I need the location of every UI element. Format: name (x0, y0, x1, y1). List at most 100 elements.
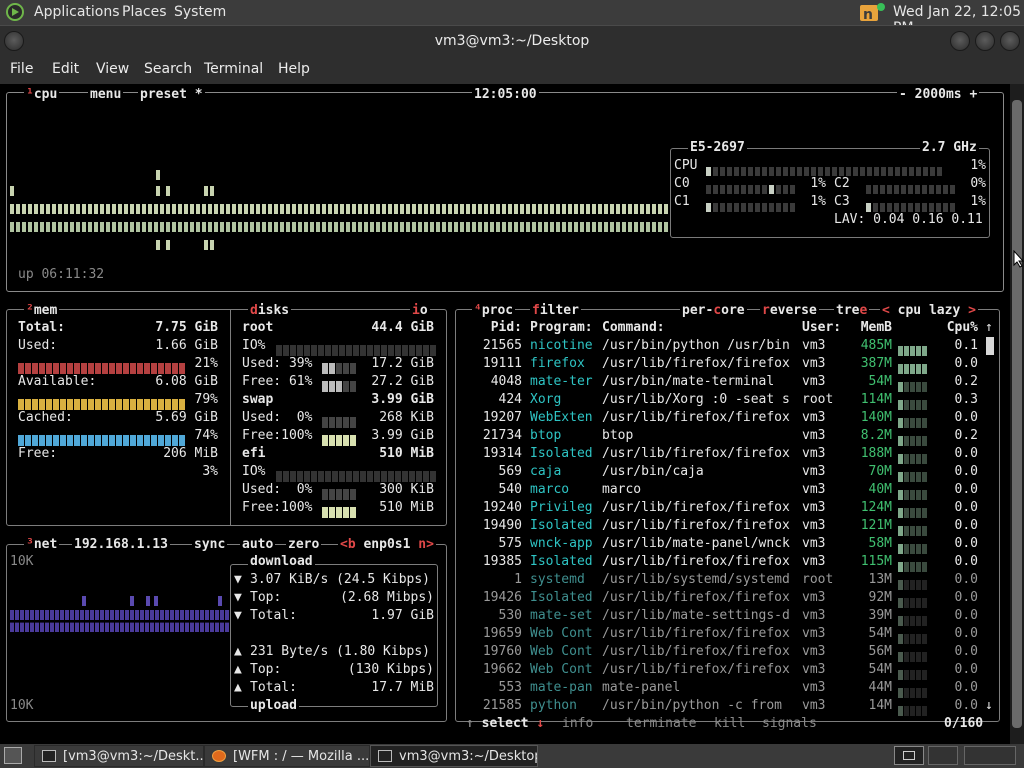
close-button[interactable] (1000, 31, 1020, 51)
net-graph-bar (155, 622, 159, 632)
footer-info[interactable]: info (562, 715, 593, 733)
menu-help[interactable]: Help (278, 61, 310, 77)
cpu-graph-bar (574, 222, 578, 232)
menu-search[interactable]: Search (144, 61, 192, 77)
col-command[interactable]: Command: (602, 319, 665, 337)
menu-view[interactable]: View (96, 61, 129, 77)
footer-terminate[interactable]: terminate (626, 715, 696, 733)
col-memb[interactable]: MemB (850, 319, 892, 337)
terminal-scrollbar-thumb[interactable] (1012, 100, 1022, 728)
row-command: /usr/lib/mate-panel/wnck (602, 536, 790, 551)
row-cpu: 0.0 (954, 554, 978, 569)
net-sync-toggle[interactable]: sync (192, 536, 228, 554)
mate-logo-icon[interactable] (6, 3, 24, 21)
system-menu[interactable]: System (174, 4, 226, 20)
proc-tab[interactable]: ⁴proc (472, 302, 516, 320)
row-pid: 19207 (482, 410, 522, 425)
net-auto-toggle[interactable]: auto (240, 536, 276, 554)
show-desktop-icon[interactable] (4, 747, 22, 764)
cpu-menu-button[interactable]: menu (88, 86, 124, 104)
proc-tree-toggle[interactable]: tree (834, 302, 870, 320)
workspace-switcher-2[interactable] (928, 746, 958, 765)
proc-per-core-toggle[interactable]: per-core (680, 302, 747, 320)
net-graph-bar (90, 610, 94, 620)
footer-signals[interactable]: signals (762, 715, 817, 733)
proc-reverse-toggle[interactable]: reverse (760, 302, 819, 320)
row-mem-meter (898, 629, 928, 644)
col-user[interactable]: User: (802, 319, 841, 337)
cpu-graph-bar (370, 204, 374, 214)
cpu-graph-bar (640, 204, 644, 214)
taskbar-item-terminal-1[interactable]: [vm3@vm3:~/Deskt... (34, 745, 204, 767)
row-user: vm3 (802, 662, 826, 677)
cpu-graph-bar (388, 222, 392, 232)
disks-io-toggle[interactable]: io (410, 302, 430, 320)
proc-filter-button[interactable]: filter (530, 302, 581, 320)
row-pid: 19659 (482, 626, 522, 641)
net-interface-selector[interactable]: <b enp0s1 n> (338, 536, 436, 554)
col-pid[interactable]: Pid: (470, 319, 522, 337)
nicotine-tray-icon[interactable]: n (858, 2, 886, 23)
row-mem: 70M (868, 464, 892, 479)
net-graph-spike (154, 596, 158, 606)
mem-tab[interactable]: ²mem (24, 302, 60, 320)
applications-menu[interactable]: Applications (34, 4, 120, 20)
row-user: vm3 (802, 644, 826, 659)
window-titlebar[interactable]: vm3@vm3:~/Desktop (0, 25, 1024, 56)
mem-available-label: Available: (18, 374, 97, 389)
trash-applet[interactable] (964, 746, 1016, 765)
row-mem: 485M (860, 338, 892, 353)
cpu-graph-dots (10, 170, 668, 250)
upload-total-label: Total: (250, 680, 297, 695)
cpu-graph-bar (82, 204, 86, 214)
row-pid: 19662 (482, 662, 522, 677)
workspace-switcher-1[interactable] (894, 746, 924, 765)
disk-efi-name: efi (242, 446, 266, 461)
net-graph-bar (55, 622, 59, 632)
cpu-interval[interactable]: - 2000ms + (897, 86, 980, 104)
menu-terminal[interactable]: Terminal (204, 61, 263, 77)
col-program[interactable]: Program: (530, 319, 593, 337)
row-pid: 19240 (482, 500, 522, 515)
net-tab[interactable]: ³net (24, 536, 60, 554)
minimize-button[interactable] (950, 31, 970, 51)
disks-tab[interactable]: disks (248, 302, 292, 320)
net-zero-button[interactable]: zero (286, 536, 322, 554)
mem-used-pct: 21% (194, 356, 218, 371)
download-total-arrow: ▼ (234, 608, 242, 623)
net-graph-dots (10, 596, 229, 632)
net-graph-bar (50, 610, 54, 620)
proc-tab-label: proc (481, 303, 514, 318)
row-program: marco (530, 482, 570, 497)
row-mem: 54M (868, 626, 892, 641)
menu-edit[interactable]: Edit (52, 61, 79, 77)
terminal-area[interactable]: ¹cpu menu preset * 12:05:00 - 2000ms + u… (0, 84, 1010, 744)
proc-scrollbar-thumb[interactable] (986, 337, 994, 355)
core0-pct: 1% (810, 176, 826, 191)
cpu-tab[interactable]: ¹cpu (24, 86, 60, 104)
taskbar-item-terminal-2[interactable]: vm3@vm3:~/Desktop (370, 745, 538, 767)
cpu-preset-button[interactable]: preset * (138, 86, 205, 104)
cpu-graph-bar (424, 204, 428, 214)
footer-kill[interactable]: kill (714, 715, 745, 733)
cpu-graph-bar (664, 204, 668, 214)
places-menu[interactable]: Places (122, 4, 167, 20)
footer-select[interactable]: ↑ select ↓ (466, 715, 544, 733)
menu-file[interactable]: File (10, 61, 33, 77)
cpu-graph-bar (442, 222, 446, 232)
taskbar-item-firefox[interactable]: [WFM : / — Mozilla ... (204, 745, 370, 767)
proc-scroll-down-icon[interactable]: ↓ (985, 697, 993, 715)
mem-tab-label: mem (33, 303, 58, 318)
row-cpu: 0.0 (954, 680, 978, 695)
cpu-graph-bar (436, 204, 440, 214)
proc-sort-selector[interactable]: < cpu lazy > (880, 302, 978, 320)
proc-scroll-up-icon[interactable]: ↑ (985, 319, 993, 337)
mem-cached-value: 5.69 GiB (155, 410, 218, 425)
cpu-graph-bar (232, 222, 236, 232)
net-graph-bar (180, 610, 184, 620)
net-graph-bar (135, 622, 139, 632)
maximize-button[interactable] (975, 31, 995, 51)
cpu-graph-bar (406, 222, 410, 232)
col-cpu[interactable]: Cpu% (940, 319, 978, 337)
cpu-graph-bar (118, 222, 122, 232)
